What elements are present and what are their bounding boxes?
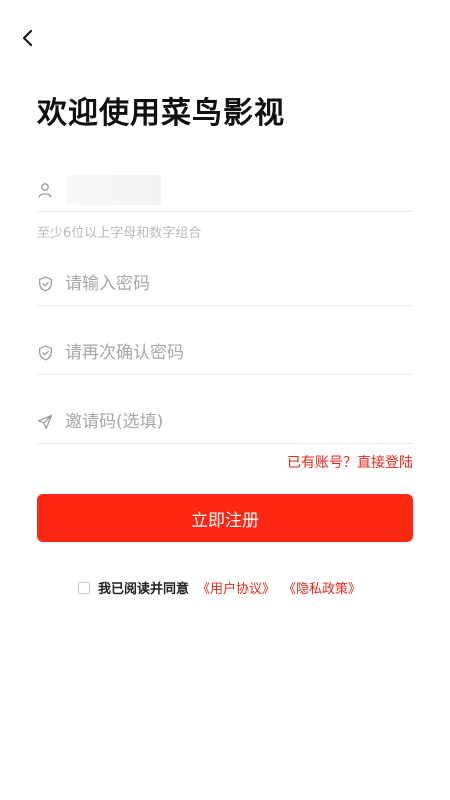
agreement-row: 我已阅读并同意 《用户协议》 《隐私政策》 (78, 578, 369, 597)
agreement-checkbox[interactable] (78, 581, 90, 594)
username-hint: 至少6位以上字母和数字组合 (37, 226, 202, 241)
chevron-left-icon (22, 29, 33, 47)
username-field[interactable] (37, 168, 413, 212)
privacy-policy-link[interactable]: 《隐私政策》 (283, 578, 361, 597)
agreement-text: 我已阅读并同意 (98, 582, 190, 597)
login-link[interactable]: 已有账号？直接登陆 (287, 452, 413, 472)
page-title: 欢迎使用菜鸟影视 (37, 96, 285, 131)
password-field[interactable] (37, 262, 413, 306)
shield-icon (37, 276, 53, 292)
shield-icon (37, 345, 53, 361)
user-icon (37, 182, 53, 198)
user-agreement-link[interactable]: 《用户协议》 (197, 578, 275, 597)
back-button[interactable] (14, 24, 42, 52)
password-input[interactable] (65, 273, 365, 294)
register-button[interactable]: 立即注册 (37, 494, 413, 542)
send-icon (37, 414, 53, 430)
invite-code-field[interactable] (37, 400, 413, 444)
confirm-password-field[interactable] (37, 331, 413, 375)
confirm-password-input[interactable] (65, 342, 365, 363)
invite-code-input[interactable] (65, 411, 365, 432)
register-screen: 欢迎使用菜鸟影视 至少6位以上字母和数字组合 邀请码(选填) 已有账号？直接登陆… (0, 0, 450, 800)
username-input[interactable] (65, 174, 161, 205)
